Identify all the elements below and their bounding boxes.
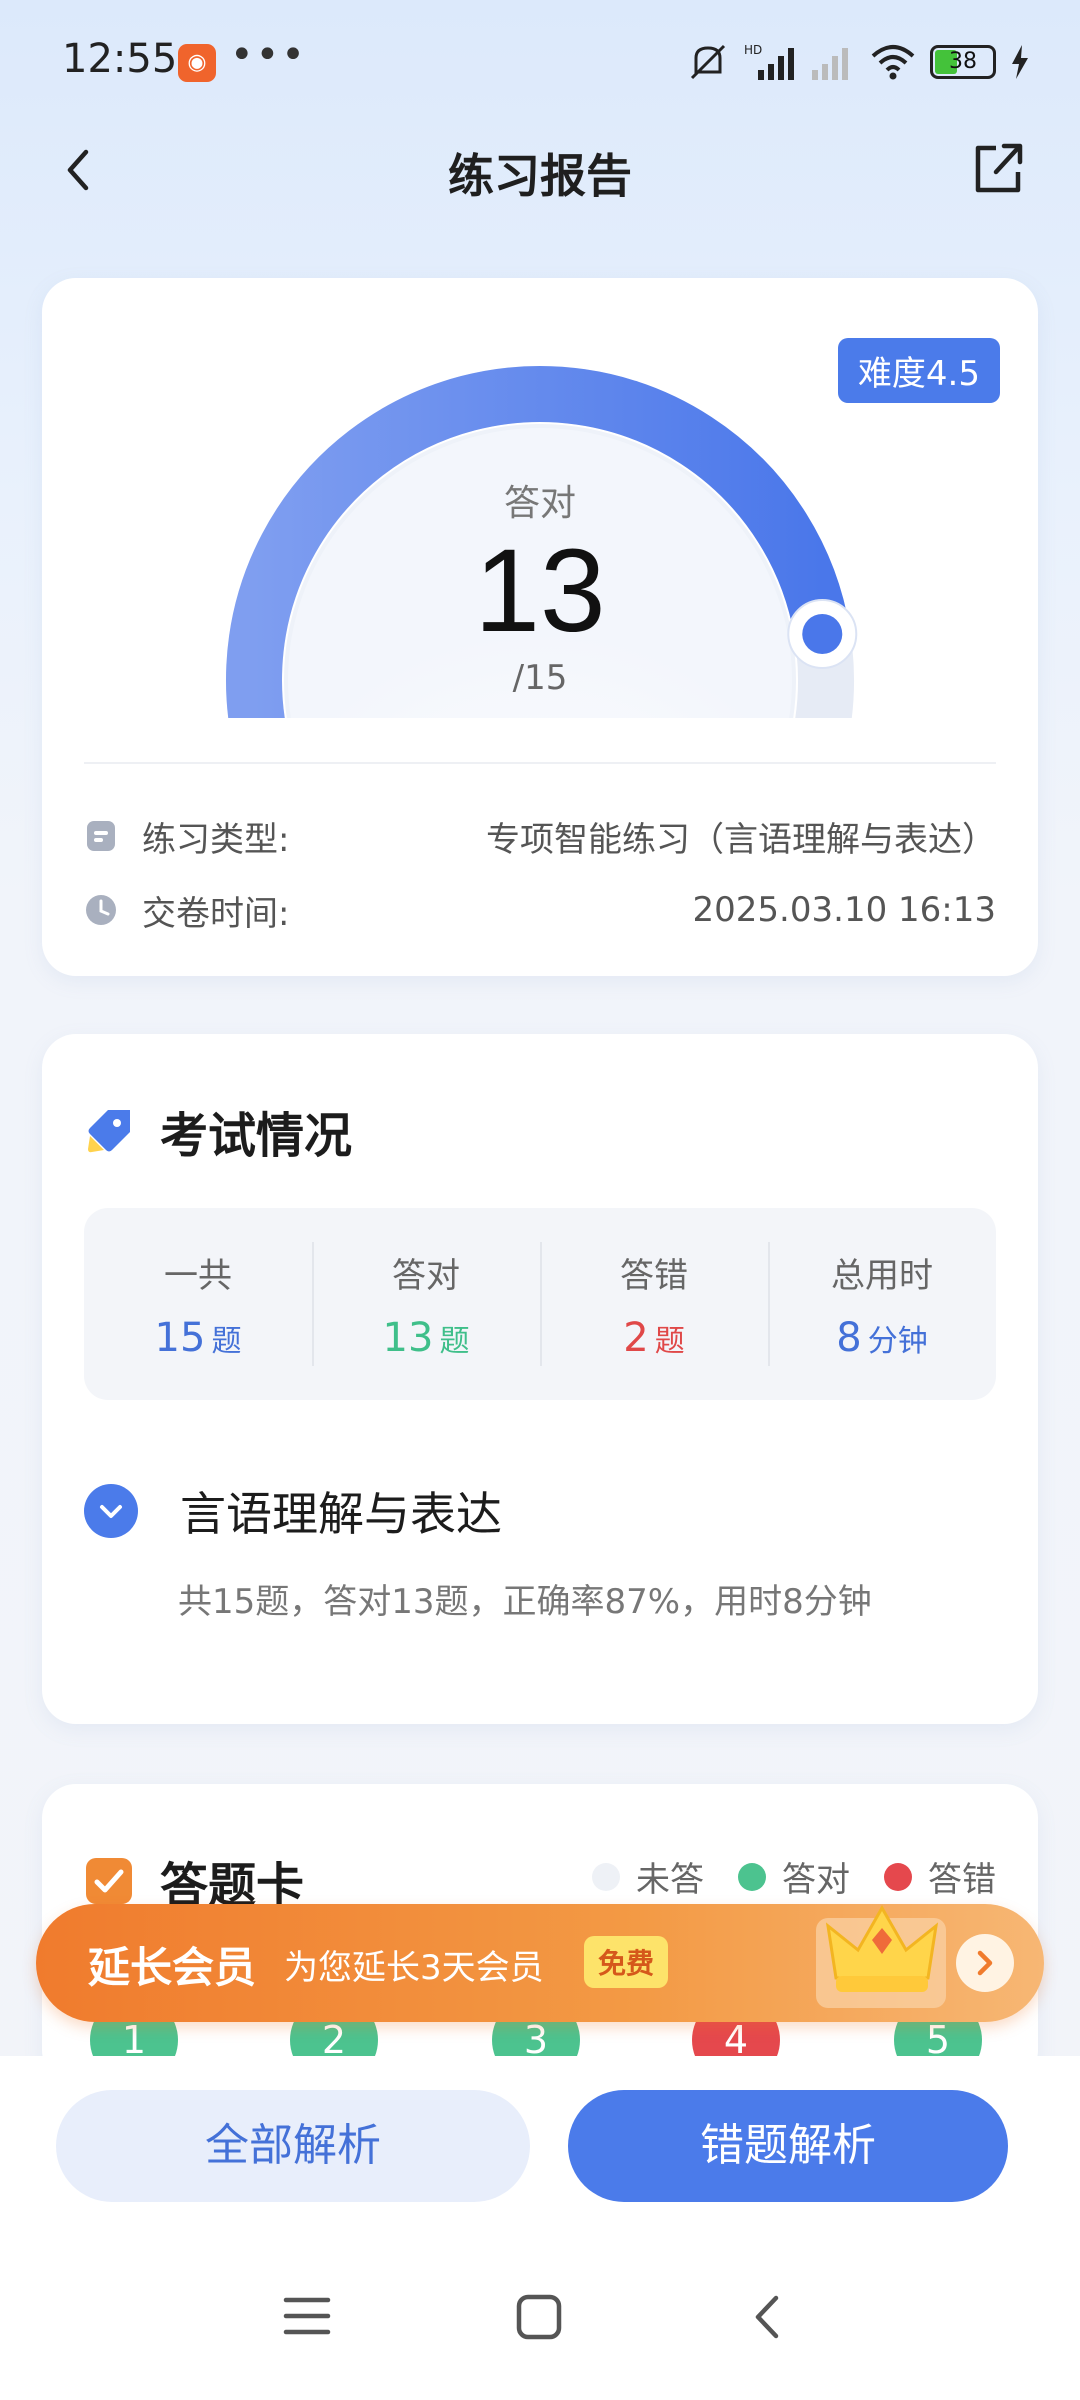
category-summary: 共15题，答对13题，正确率87%，用时8分钟 xyxy=(178,1582,872,1622)
signal-weak-icon xyxy=(812,48,848,80)
score-label: 答对 xyxy=(503,483,576,524)
stat-value: 2 xyxy=(623,1314,649,1361)
chevron-down-icon[interactable] xyxy=(84,1484,138,1538)
stat-unit: 题 xyxy=(439,1323,470,1359)
exam-summary-card: 考试情况 一共 15 题 答对 13 题 答错 2题 总用时 8 分钟 言语理解与表达… xyxy=(42,1034,1038,1724)
stat-value: 15 xyxy=(154,1314,206,1361)
stat-correct: 答对 13 题 xyxy=(312,1208,540,1400)
charging-icon xyxy=(1012,45,1028,79)
stat-label: 一共 xyxy=(164,1255,232,1296)
stat-unit: 题 xyxy=(654,1323,685,1359)
clock-icon xyxy=(86,895,116,925)
legend-unanswered: 未答 xyxy=(592,1852,704,1901)
crown-icon xyxy=(816,1904,946,2008)
stat-label: 答错 xyxy=(620,1255,688,1296)
practice-type-row: 练习类型: 专项智能练习（言语理解与表达） xyxy=(84,806,996,866)
app-notification-icon: ◉ xyxy=(178,44,216,82)
svg-text:HD: HD xyxy=(744,43,762,57)
all-analysis-button[interactable]: 全部解析 xyxy=(56,2090,530,2202)
share-icon[interactable] xyxy=(966,136,1030,200)
score-value: 13 xyxy=(474,525,606,657)
stat-time: 总用时 8 分钟 xyxy=(768,1208,996,1400)
home-icon[interactable] xyxy=(514,2292,564,2342)
more-notifications-icon: ••• xyxy=(230,32,307,78)
promo-title: 延长会员 xyxy=(88,1943,257,1992)
practice-type-value: 专项智能练习（言语理解与表达） xyxy=(486,819,996,860)
submit-time-value: 2025.03.10 16:13 xyxy=(692,890,996,930)
back-icon[interactable] xyxy=(748,2292,788,2342)
status-icons: HD 38 xyxy=(686,38,1030,86)
pen-tag-icon xyxy=(88,1110,130,1153)
wrong-analysis-button[interactable]: 错题解析 xyxy=(568,2090,1008,2202)
system-nav-bar xyxy=(0,2278,1080,2358)
stat-unit: 分钟 xyxy=(867,1323,928,1359)
membership-promo-banner[interactable]: 延长会员 为您延长3天会员 免费 xyxy=(36,1904,1044,2022)
battery-icon: 38 xyxy=(930,45,996,79)
battery-level: 38 xyxy=(949,49,977,74)
exam-section-title: 考试情况 xyxy=(160,1108,353,1164)
page-title: 练习报告 xyxy=(448,149,632,203)
menu-icon[interactable] xyxy=(282,2292,332,2340)
stat-label: 答对 xyxy=(392,1255,460,1296)
category-toggle[interactable]: 言语理解与表达 xyxy=(84,1478,502,1544)
stat-value: 8 xyxy=(836,1314,862,1361)
stats-box: 一共 15 题 答对 13 题 答错 2题 总用时 8 分钟 xyxy=(84,1208,996,1400)
practice-type-label: 练习类型: xyxy=(142,819,290,860)
exam-section-header: 考试情况 xyxy=(84,1096,352,1166)
stat-value: 13 xyxy=(382,1314,434,1361)
promo-desc: 为您延长3天会员 xyxy=(284,1948,544,1988)
category-title: 言语理解与表达 xyxy=(180,1487,502,1541)
status-time: 12:55 xyxy=(62,36,178,82)
wifi-icon xyxy=(871,45,915,80)
stat-label: 总用时 xyxy=(831,1255,933,1296)
mute-icon xyxy=(690,44,726,80)
status-bar: 12:55 ◉ ••• HD 38 xyxy=(0,0,1080,130)
score-card: 难度4.5 答对 13 /15 练习类型: 专项智能练习（言语理解与表达） 交卷… xyxy=(42,278,1038,976)
document-icon xyxy=(87,821,115,851)
score-total: /15 xyxy=(512,658,568,698)
submit-time-label: 交卷时间: xyxy=(142,893,290,934)
signal-hd-icon: HD xyxy=(744,43,794,80)
chevron-right-icon[interactable] xyxy=(956,1934,1014,1992)
stat-wrong: 答错 2题 xyxy=(540,1208,768,1400)
nav-bar: 练习报告 xyxy=(0,120,1080,220)
stat-unit: 题 xyxy=(211,1323,242,1359)
stat-total: 一共 15 题 xyxy=(84,1208,312,1400)
checkbox-icon xyxy=(86,1858,132,1904)
divider xyxy=(84,762,996,764)
submit-time-row: 交卷时间: 2025.03.10 16:13 xyxy=(84,880,996,940)
promo-free-badge: 免费 xyxy=(584,1936,669,1988)
